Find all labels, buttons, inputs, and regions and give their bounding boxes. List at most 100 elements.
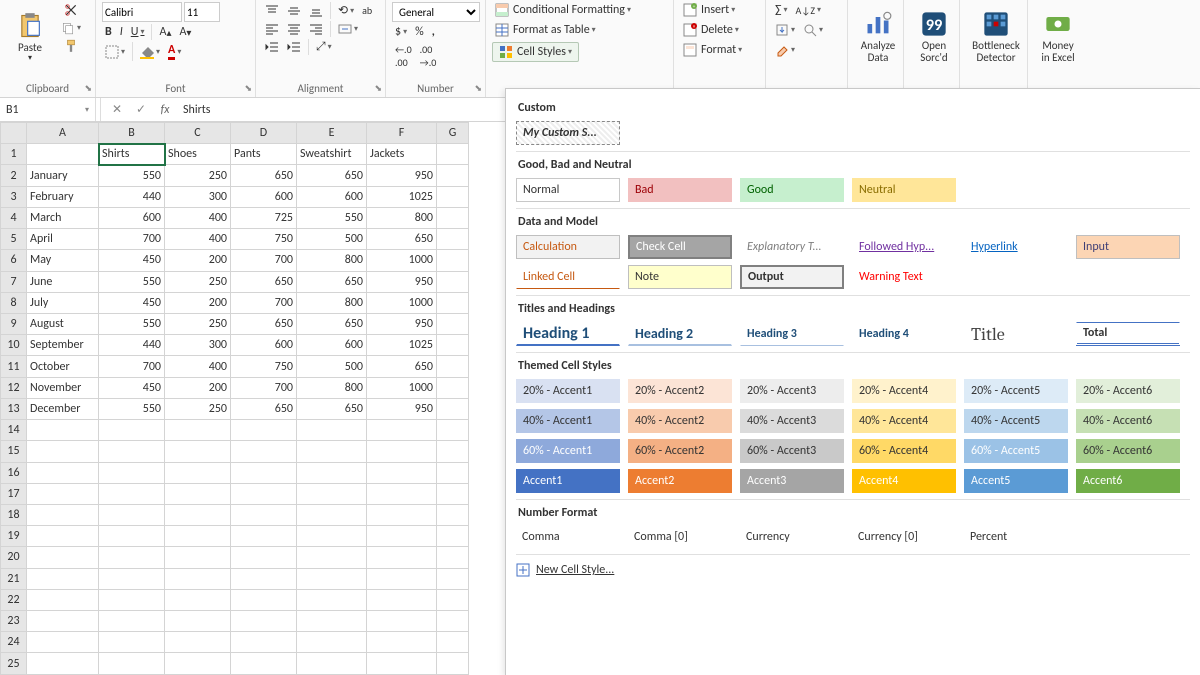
cell[interactable]: 600 [231, 335, 297, 356]
accounting-button[interactable]: $ [392, 24, 410, 40]
style-title[interactable]: Title [964, 322, 1068, 346]
cell[interactable] [99, 589, 165, 610]
cell[interactable]: 800 [367, 207, 437, 228]
style-swatch[interactable]: Accent5 [964, 469, 1068, 493]
cell[interactable] [27, 653, 99, 675]
cell[interactable]: 1000 [367, 250, 437, 271]
cell[interactable]: 650 [367, 356, 437, 377]
cell[interactable] [27, 462, 99, 483]
col-header[interactable]: A [27, 123, 99, 144]
col-header[interactable]: E [297, 123, 367, 144]
cell[interactable] [367, 547, 437, 568]
row-header[interactable]: 24 [1, 632, 27, 653]
cell[interactable] [367, 462, 437, 483]
cell[interactable]: 200 [165, 377, 231, 398]
align-middle-button[interactable] [284, 2, 304, 19]
style-followed-hyperlink[interactable]: Followed Hyp... [852, 235, 956, 259]
paste-button[interactable]: Paste ▾ [6, 2, 54, 72]
cell[interactable] [27, 611, 99, 632]
bold-button[interactable]: B [102, 24, 115, 40]
cell[interactable] [231, 526, 297, 547]
merge-center-button[interactable] [335, 21, 361, 37]
cell[interactable]: 550 [99, 398, 165, 419]
style-swatch[interactable]: 60% - Accent6 [1076, 439, 1180, 463]
cell[interactable] [297, 568, 367, 589]
row-header[interactable]: 2 [1, 165, 27, 186]
cell[interactable] [297, 420, 367, 441]
number-format-item[interactable]: Comma [516, 526, 620, 548]
cell[interactable]: January [27, 165, 99, 186]
row-header[interactable]: 3 [1, 186, 27, 207]
cell[interactable]: 1000 [367, 292, 437, 313]
style-normal[interactable]: Normal [516, 178, 620, 202]
style-swatch[interactable]: 40% - Accent2 [628, 409, 732, 433]
cell[interactable] [367, 420, 437, 441]
cell[interactable]: November [27, 377, 99, 398]
row-header[interactable]: 8 [1, 292, 27, 313]
increase-decimal-button[interactable]: ←.0.00 [392, 42, 415, 70]
cancel-formula-button[interactable]: ✕ [105, 102, 129, 117]
style-swatch[interactable]: 40% - Accent3 [740, 409, 844, 433]
style-swatch[interactable]: 60% - Accent3 [740, 439, 844, 463]
cell[interactable]: 650 [297, 313, 367, 334]
cell[interactable] [165, 611, 231, 632]
cell[interactable] [367, 441, 437, 462]
cell[interactable] [367, 611, 437, 632]
cell[interactable]: 200 [165, 250, 231, 271]
cell[interactable] [99, 611, 165, 632]
row-header[interactable]: 6 [1, 250, 27, 271]
italic-button[interactable]: I [117, 24, 126, 40]
style-neutral[interactable]: Neutral [852, 178, 956, 202]
cell[interactable]: 450 [99, 250, 165, 271]
style-swatch[interactable]: 20% - Accent4 [852, 379, 956, 403]
cell[interactable]: June [27, 271, 99, 292]
col-header[interactable]: B [99, 123, 165, 144]
cell[interactable] [297, 653, 367, 675]
cell[interactable] [367, 568, 437, 589]
cell[interactable] [27, 420, 99, 441]
cell[interactable] [165, 483, 231, 504]
row-header[interactable]: 22 [1, 589, 27, 610]
cell[interactable]: 650 [231, 313, 297, 334]
style-output[interactable]: Output [740, 265, 844, 289]
align-top-button[interactable] [262, 2, 282, 19]
style-heading3[interactable]: Heading 3 [740, 322, 844, 346]
cell[interactable]: 950 [367, 271, 437, 292]
cell[interactable] [437, 547, 469, 568]
cell[interactable]: 400 [165, 356, 231, 377]
number-format-item[interactable]: Percent [964, 526, 1068, 548]
col-header[interactable]: C [165, 123, 231, 144]
cell[interactable]: 200 [165, 292, 231, 313]
cell[interactable] [297, 441, 367, 462]
cell[interactable] [165, 568, 231, 589]
row-header[interactable]: 18 [1, 504, 27, 525]
cell[interactable]: March [27, 207, 99, 228]
cell[interactable] [367, 632, 437, 653]
row-header[interactable]: 15 [1, 441, 27, 462]
cell[interactable]: 300 [165, 186, 231, 207]
cell[interactable]: 650 [231, 398, 297, 419]
align-bottom-button[interactable] [306, 2, 326, 19]
cell[interactable]: 600 [297, 186, 367, 207]
find-select-button[interactable] [800, 22, 826, 38]
style-calculation[interactable]: Calculation [516, 235, 620, 259]
autosum-button[interactable]: ∑ [772, 2, 791, 18]
style-hyperlink[interactable]: Hyperlink [964, 235, 1068, 259]
style-swatch[interactable]: 40% - Accent6 [1076, 409, 1180, 433]
cell[interactable] [165, 653, 231, 675]
style-swatch[interactable]: 20% - Accent6 [1076, 379, 1180, 403]
cell[interactable] [437, 526, 469, 547]
cell[interactable] [437, 568, 469, 589]
cell[interactable] [437, 589, 469, 610]
cell[interactable] [165, 462, 231, 483]
cell[interactable]: 800 [297, 377, 367, 398]
cell[interactable]: 400 [165, 207, 231, 228]
number-format-item[interactable]: Comma [0] [628, 526, 732, 548]
sort-filter-button[interactable]: A↓Z [793, 2, 825, 18]
cell[interactable]: May [27, 250, 99, 271]
dialog-launcher-icon[interactable]: ⬊ [84, 83, 92, 94]
number-format-item[interactable]: Currency [740, 526, 844, 548]
cell[interactable]: 440 [99, 335, 165, 356]
cell[interactable] [165, 420, 231, 441]
cell[interactable] [297, 526, 367, 547]
